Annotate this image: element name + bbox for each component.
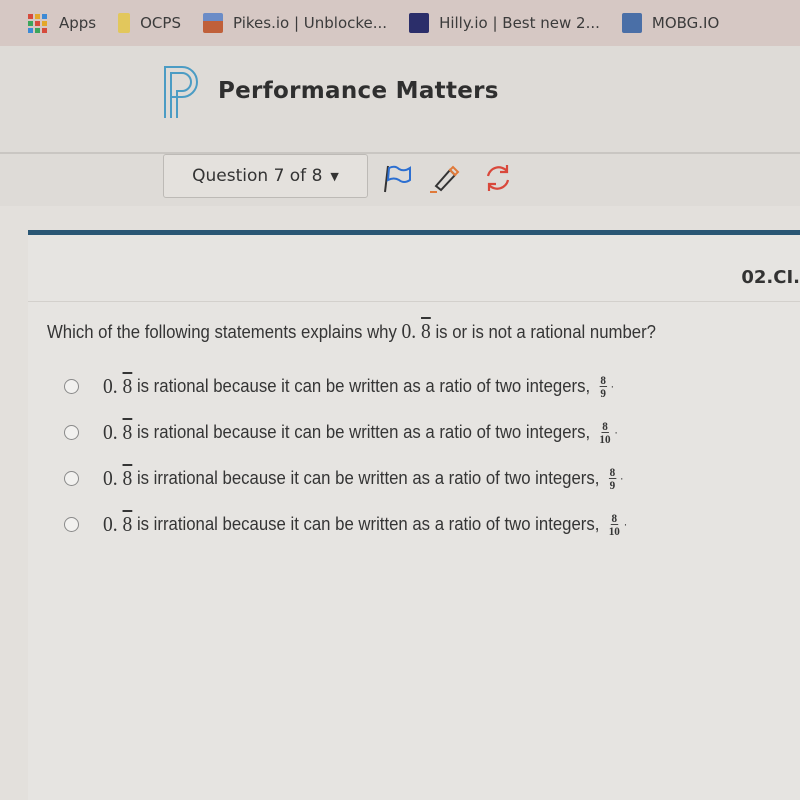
bookmark-label: Pikes.io | Unblocke... [232, 14, 388, 32]
pikes-icon [202, 13, 223, 33]
app-header: Performance Matters [0, 46, 800, 154]
bookmark-label: Hilly.io | Best new 2... [439, 14, 600, 32]
bookmark-label: MOBG.IO [651, 14, 720, 32]
item-code: 02.CI. [741, 267, 800, 288]
radio-button[interactable] [64, 516, 79, 532]
flag-icon[interactable] [380, 162, 412, 194]
option-text: is irrational because it can be written … [132, 467, 600, 488]
bookmark-ocps[interactable]: OCPS [118, 13, 181, 33]
bookmark-pikes[interactable]: Pikes.io | Unblocke... [202, 13, 388, 33]
question-selector-label: Question 7 of 8 [192, 166, 323, 186]
fraction: 89 [608, 464, 617, 492]
performance-matters-logo [164, 66, 198, 118]
brand-title: Performance Matters [218, 78, 499, 104]
divider [28, 301, 800, 302]
bookmark-label: OCPS [140, 14, 181, 32]
bookmarks-bar: Apps OCPS Pikes.io | Unblocke... Hilly.i… [0, 0, 800, 46]
pencil-icon[interactable] [428, 162, 460, 194]
apps-grid-icon [28, 13, 47, 33]
question-panel: 02.CI. Which of the following statements… [28, 235, 800, 800]
hilly-icon [409, 13, 430, 33]
question-text: Which of the following statements explai… [47, 319, 656, 343]
refresh-icon[interactable] [482, 162, 514, 194]
bookmark-hilly[interactable]: Hilly.io | Best new 2... [409, 13, 600, 33]
math-number: 0. 8 [103, 511, 133, 536]
math-number: 0. 8 [103, 373, 133, 398]
math-number: 0. 8 [103, 419, 133, 444]
caret-down-icon: ▼ [330, 169, 339, 183]
bookmark-label: Apps [59, 14, 97, 32]
option-text: is irrational because it can be written … [132, 513, 600, 534]
answer-options: 0. 8 is rational because it can be writt… [64, 363, 667, 547]
answer-option[interactable]: 0. 8 is rational because it can be writt… [64, 409, 667, 455]
fraction: 8 10 [608, 510, 620, 538]
bookmark-mobg[interactable]: MOBG.IO [621, 13, 720, 33]
question-toolbar: Question 7 of 8 ▼ [0, 154, 800, 206]
answer-option[interactable]: 0. 8 is rational because it can be writt… [64, 363, 667, 409]
radio-button[interactable] [64, 470, 79, 486]
math-number: 0. 8 [103, 465, 133, 490]
option-text: is rational because it can be written as… [132, 421, 591, 442]
radio-button[interactable] [64, 378, 79, 394]
fraction: 8 10 [599, 418, 611, 446]
page: Performance Matters Question 7 of 8 ▼ 02… [0, 46, 800, 800]
option-text: is rational because it can be written as… [132, 375, 591, 396]
answer-option[interactable]: 0. 8 is irrational because it can be wri… [64, 501, 667, 547]
question-selector[interactable]: Question 7 of 8 ▼ [163, 154, 368, 198]
fraction: 89 [599, 372, 607, 400]
radio-button[interactable] [64, 424, 79, 440]
answer-option[interactable]: 0. 8 is irrational because it can be wri… [64, 455, 667, 501]
bookmark-apps[interactable]: Apps [28, 13, 97, 33]
math-number: 0. 8 [401, 319, 431, 343]
mobg-icon [621, 13, 642, 33]
ocps-icon [118, 13, 131, 33]
